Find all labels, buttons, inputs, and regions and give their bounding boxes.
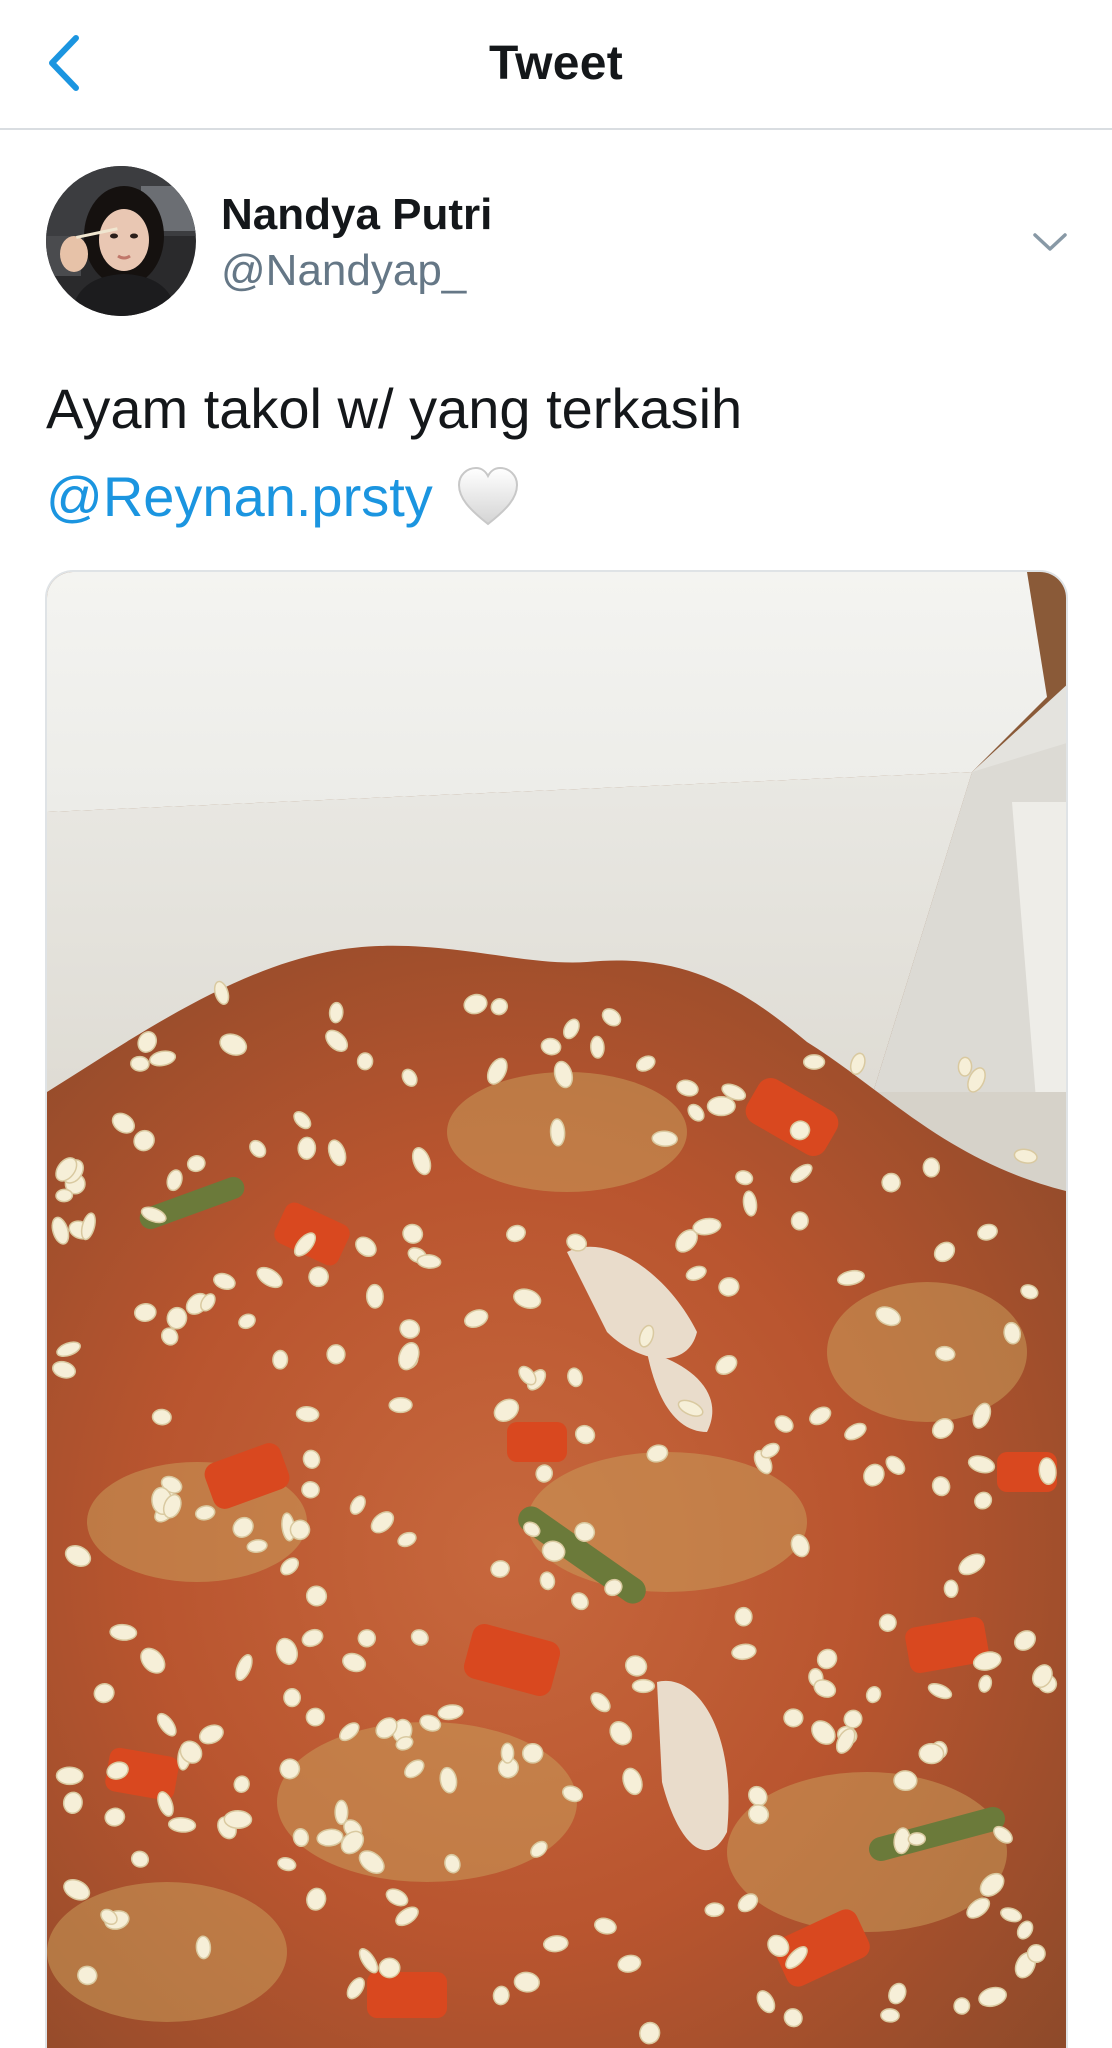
tweet-detail-screen: Tweet Nandya Putri @Nandyap_ Ayam takol … xyxy=(0,0,1112,2048)
tweet-mention-line: @Reynan.prsty xyxy=(46,453,1066,541)
photo-food-icon xyxy=(47,572,1066,2048)
tweet-options-button[interactable] xyxy=(1028,220,1072,264)
author-handle[interactable]: @Nandyap_ xyxy=(221,246,466,296)
nav-bar: Tweet xyxy=(0,0,1112,130)
tweet-text: Ayam takol w/ yang terkasih @Reynan.prst… xyxy=(46,365,1066,541)
page-title: Tweet xyxy=(489,37,623,90)
author-display-name[interactable]: Nandya Putri xyxy=(221,190,492,240)
chevron-down-icon xyxy=(1033,233,1067,251)
tweet-media-photo[interactable] xyxy=(45,570,1068,2048)
tweet-body: Ayam takol w/ yang terkasih xyxy=(46,377,743,440)
mention-link[interactable]: @Reynan.prsty xyxy=(46,453,433,541)
avatar-photo xyxy=(46,166,196,316)
avatar[interactable] xyxy=(46,166,196,316)
white-heart-icon xyxy=(455,464,521,530)
